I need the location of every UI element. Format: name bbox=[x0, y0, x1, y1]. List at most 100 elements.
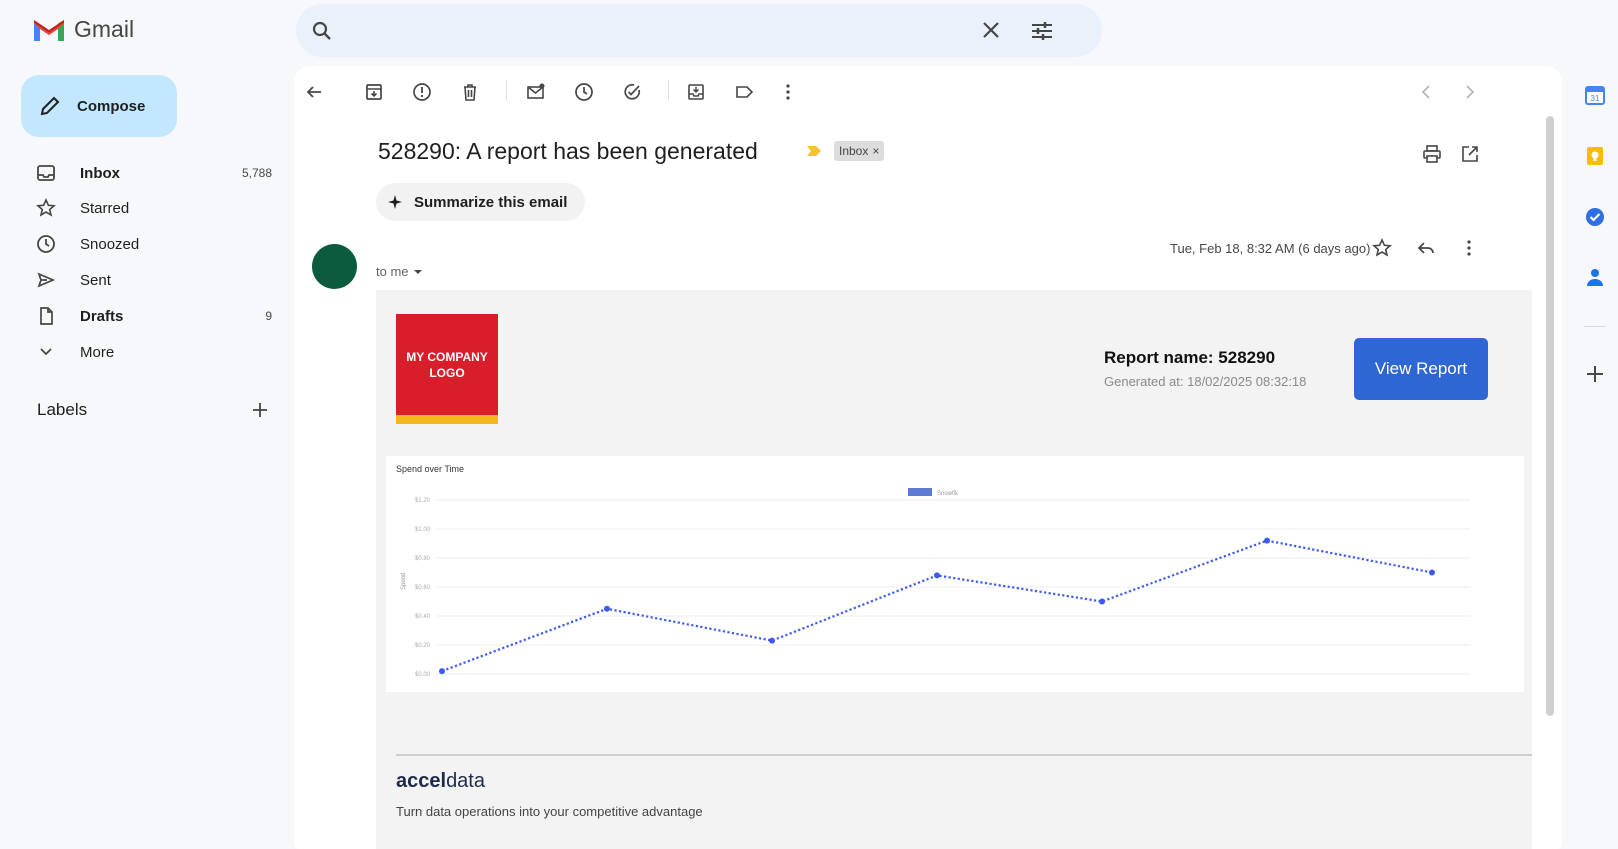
clear-search-icon[interactable] bbox=[980, 19, 1002, 41]
report-generated-at: Generated at: 18/02/2025 08:32:18 bbox=[1104, 374, 1307, 389]
search-options-icon[interactable] bbox=[1030, 19, 1054, 43]
inbox-icon bbox=[36, 163, 64, 183]
brand-rest: data bbox=[446, 770, 485, 792]
email-subject: 528290: A report has been generated bbox=[378, 138, 758, 164]
reply-icon[interactable] bbox=[1416, 238, 1436, 258]
chart-svg: Spend over Time Snowflk Spend $0.00 $0.20… bbox=[396, 464, 1470, 678]
compose-button[interactable]: Compose bbox=[21, 75, 177, 137]
label-icon[interactable] bbox=[734, 82, 754, 102]
data-point bbox=[1264, 537, 1270, 544]
search-icon[interactable] bbox=[310, 19, 334, 43]
move-to-icon[interactable] bbox=[686, 82, 706, 102]
data-point bbox=[769, 637, 775, 644]
sidebar-item-snoozed[interactable]: Snoozed bbox=[36, 226, 272, 262]
y-tick-label: $1.20 bbox=[415, 498, 431, 504]
sidebar-item-label: Sent bbox=[80, 271, 111, 289]
newer-chevron-icon[interactable] bbox=[1418, 82, 1434, 102]
labels-section: Labels bbox=[37, 400, 269, 420]
more-vert-icon[interactable] bbox=[778, 82, 798, 102]
sidebar-item-drafts[interactable]: Drafts 9 bbox=[36, 298, 272, 334]
sidebar-item-starred[interactable]: Starred bbox=[36, 190, 272, 226]
older-chevron-icon[interactable] bbox=[1462, 82, 1478, 102]
view-report-button[interactable]: View Report bbox=[1354, 338, 1488, 400]
company-logo: MY COMPANY LOGO bbox=[396, 314, 498, 424]
print-icon[interactable] bbox=[1422, 144, 1442, 164]
add-label-icon[interactable] bbox=[251, 401, 269, 419]
chart-legend: Snowflk bbox=[908, 488, 959, 497]
y-tick-label: $0.40 bbox=[415, 614, 431, 620]
calendar-icon[interactable]: 31 bbox=[1584, 84, 1606, 106]
email-view: 528290: A report has been generated Inbo… bbox=[294, 66, 1562, 849]
toolbar-divider bbox=[668, 80, 669, 100]
sidebar-item-more[interactable]: More bbox=[36, 334, 272, 370]
add-task-icon[interactable] bbox=[622, 82, 642, 102]
data-point bbox=[439, 668, 445, 675]
sender-avatar[interactable] bbox=[312, 244, 357, 289]
brand-bold: accel bbox=[396, 770, 447, 792]
y-axis-label: Spend bbox=[401, 573, 407, 590]
footer-divider bbox=[396, 754, 1532, 756]
email-date: Tue, Feb 18, 8:32 AM (6 days ago) bbox=[1170, 241, 1371, 256]
open-new-window-icon[interactable] bbox=[1460, 144, 1480, 164]
clock-icon bbox=[36, 234, 64, 254]
draft-icon bbox=[36, 306, 64, 326]
sidebar-item-label: More bbox=[80, 343, 115, 361]
rail-divider bbox=[1584, 326, 1606, 327]
chart-title: Spend over Time bbox=[396, 464, 464, 474]
drafts-count: 9 bbox=[265, 309, 272, 323]
gmail-logo[interactable]: Gmail bbox=[32, 16, 134, 43]
compose-label: Compose bbox=[77, 97, 146, 115]
archive-icon[interactable] bbox=[364, 82, 384, 102]
contacts-icon[interactable] bbox=[1584, 266, 1606, 288]
footer-tagline: Turn data operations into your competiti… bbox=[396, 804, 703, 819]
recipient-details[interactable]: to me bbox=[376, 264, 423, 279]
delete-icon[interactable] bbox=[460, 82, 480, 102]
svg-text:31: 31 bbox=[1591, 94, 1600, 103]
send-icon bbox=[36, 270, 64, 290]
y-tick-label: $0.80 bbox=[415, 556, 431, 562]
sidebar-item-label: Starred bbox=[80, 199, 130, 217]
search-bar[interactable] bbox=[296, 4, 1102, 57]
importance-marker-icon[interactable] bbox=[806, 145, 822, 157]
get-addons-icon[interactable] bbox=[1584, 363, 1606, 385]
report-spam-icon[interactable] bbox=[412, 82, 432, 102]
legend-label: Snowflk bbox=[937, 491, 959, 497]
recipient-label: to me bbox=[376, 264, 409, 279]
sidebar-item-inbox[interactable]: Inbox 5,788 bbox=[36, 155, 272, 191]
scrollbar[interactable] bbox=[1546, 116, 1554, 716]
spend-chart: Spend over Time Snowflk Spend $0.00 $0.20… bbox=[386, 456, 1524, 692]
legend-swatch bbox=[908, 488, 932, 496]
data-point bbox=[1099, 598, 1105, 605]
gmail-m-icon bbox=[34, 19, 64, 41]
chip-label: Inbox bbox=[839, 144, 869, 158]
sidebar-item-label: Inbox bbox=[80, 164, 120, 182]
sidebar-item-sent[interactable]: Sent bbox=[36, 262, 272, 298]
snooze-icon[interactable] bbox=[574, 82, 594, 102]
acceldata-logo: acceldata bbox=[396, 770, 485, 793]
message-more-icon[interactable] bbox=[1459, 238, 1479, 258]
email-body: MY COMPANY LOGO Report name: 528290 Gene… bbox=[376, 290, 1532, 849]
y-tick-label: $1.00 bbox=[415, 527, 431, 533]
remove-label-icon[interactable]: × bbox=[872, 144, 879, 158]
series-line bbox=[441, 539, 1433, 673]
summarize-label: Summarize this email bbox=[414, 193, 568, 211]
keep-icon[interactable] bbox=[1584, 145, 1606, 167]
mark-unread-icon[interactable] bbox=[526, 82, 546, 102]
star-icon bbox=[36, 198, 64, 218]
caret-down-icon bbox=[413, 267, 423, 277]
chevron-down-icon bbox=[36, 342, 64, 362]
inbox-label-chip[interactable]: Inbox × bbox=[834, 141, 885, 161]
report-name: Report name: 528290 bbox=[1104, 348, 1276, 367]
search-input[interactable] bbox=[352, 14, 992, 48]
star-message-icon[interactable] bbox=[1372, 238, 1392, 258]
pencil-icon bbox=[39, 95, 61, 117]
sparkle-icon bbox=[388, 195, 402, 209]
summarize-email-button[interactable]: Summarize this email bbox=[376, 183, 586, 221]
data-point bbox=[1429, 569, 1435, 576]
labels-title: Labels bbox=[37, 400, 88, 419]
data-point bbox=[604, 605, 610, 612]
inbox-count: 5,788 bbox=[241, 166, 272, 180]
tasks-icon[interactable] bbox=[1584, 206, 1606, 228]
y-tick-label: $0.60 bbox=[415, 585, 431, 591]
back-arrow-icon[interactable] bbox=[304, 82, 324, 102]
